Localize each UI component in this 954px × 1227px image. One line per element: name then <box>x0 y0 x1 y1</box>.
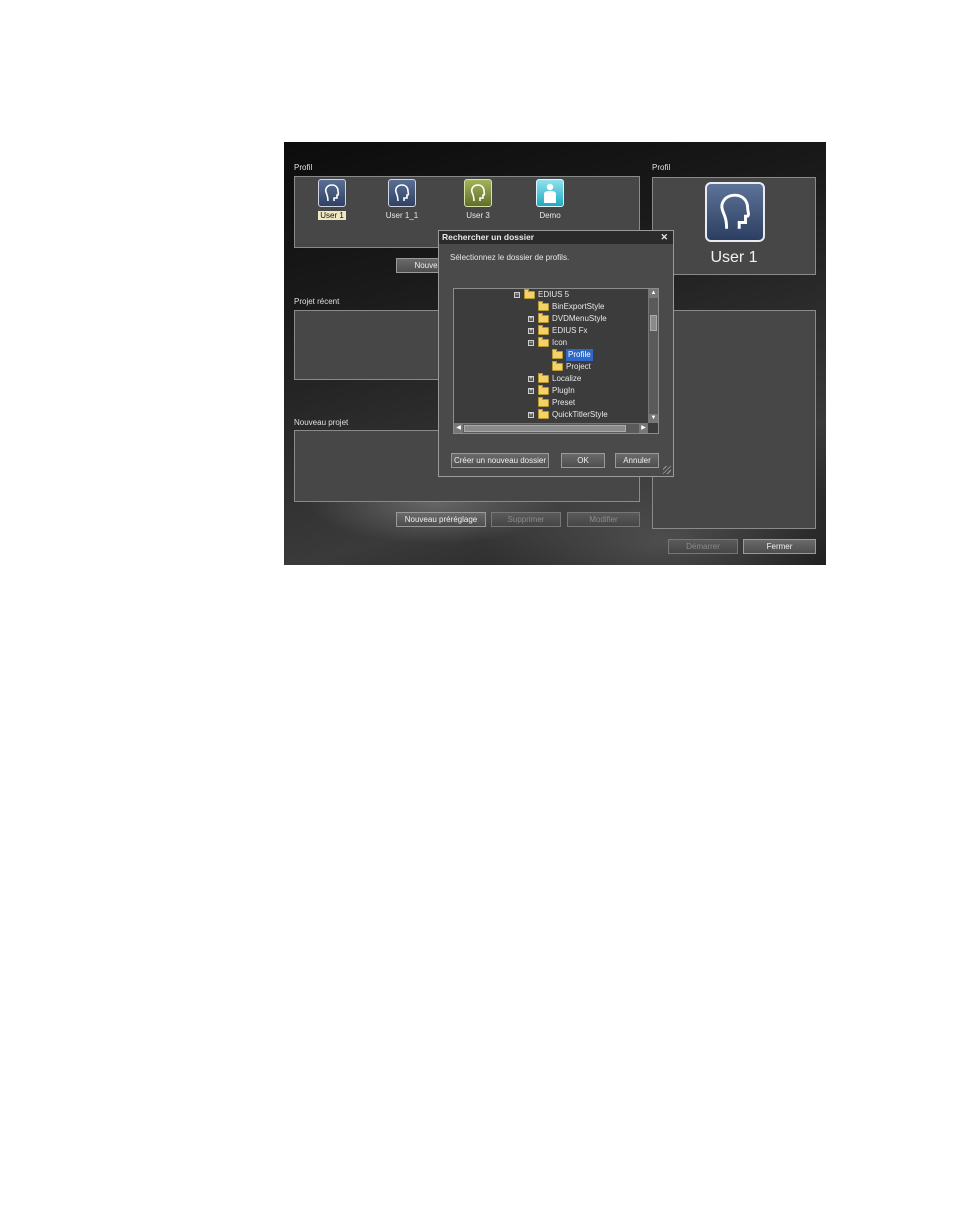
tree-item[interactable]: + DVDMenuStyle <box>528 313 607 325</box>
close-icon[interactable]: ✕ <box>660 231 668 244</box>
folder-icon <box>538 301 549 311</box>
expand-icon[interactable]: + <box>528 376 534 382</box>
delete-button[interactable]: Supprimer <box>491 512 561 527</box>
tree-item-label: Icon <box>552 338 568 347</box>
profile-label: User 1 <box>318 211 346 220</box>
folder-tree[interactable]: − EDIUS 5 BinExportStyle + DVDMenuStyle … <box>453 288 659 434</box>
folder-icon <box>538 337 549 347</box>
profile-section-label: Profil <box>294 163 313 172</box>
tree-item-label: EDIUS Fx <box>552 326 588 335</box>
modify-button[interactable]: Modifier <box>567 512 640 527</box>
recent-projects-label: Projet récent <box>294 297 340 306</box>
tree-item-label: QuickTitlerStyle <box>552 410 608 419</box>
collapse-icon[interactable]: − <box>528 340 534 346</box>
dialog-instruction: Sélectionnez le dossier de profils. <box>450 253 570 262</box>
horizontal-scrollbar[interactable]: ◀ ▶ <box>454 423 648 433</box>
scroll-thumb[interactable] <box>464 425 626 432</box>
expand-icon[interactable]: + <box>528 316 534 322</box>
close-button[interactable]: Fermer <box>743 539 816 554</box>
folder-icon <box>538 397 549 407</box>
tree-item[interactable]: BinExportStyle <box>538 301 604 313</box>
user-head-icon <box>318 179 346 207</box>
profile-details-panel <box>652 310 816 529</box>
ok-button[interactable]: OK <box>561 453 605 468</box>
expand-icon[interactable]: + <box>528 388 534 394</box>
profile-label: Demo <box>539 211 561 220</box>
tree-item-label: Profile <box>566 349 593 361</box>
new-folder-button[interactable]: Créer un nouveau dossier <box>451 453 549 468</box>
scroll-thumb[interactable] <box>650 315 657 331</box>
profile-user-1[interactable]: User 1 <box>307 179 357 220</box>
start-button[interactable]: Démarrer <box>668 539 738 554</box>
tree-item-label: DVDMenuStyle <box>552 314 607 323</box>
profile-demo[interactable]: Demo <box>525 179 575 220</box>
tree-item[interactable]: − EDIUS 5 <box>514 289 569 301</box>
tree-item-label: BinExportStyle <box>552 302 605 311</box>
folder-icon <box>538 373 549 383</box>
vertical-scrollbar[interactable]: ▲ ▼ <box>648 289 658 423</box>
scroll-left-icon[interactable]: ◀ <box>454 424 463 433</box>
tree-item[interactable]: − Icon <box>528 337 567 349</box>
user-head-icon <box>464 179 492 207</box>
open-folder-icon <box>552 349 563 359</box>
tree-item[interactable]: + QuickTitlerStyle <box>528 409 608 421</box>
dialog-title: Rechercher un dossier <box>442 232 535 242</box>
folder-icon <box>538 325 549 335</box>
tree-item[interactable]: Project <box>552 361 591 373</box>
tree-item-label: Project <box>566 362 591 371</box>
new-project-label: Nouveau projet <box>294 418 349 427</box>
tree-item-label: EDIUS 5 <box>538 290 570 299</box>
scroll-up-icon[interactable]: ▲ <box>649 289 658 298</box>
tree-item-label: Localize <box>552 374 582 383</box>
profile-user-1-1[interactable]: User 1_1 <box>377 179 427 220</box>
profile-label: User 1_1 <box>385 211 419 220</box>
user-head-icon <box>705 182 765 242</box>
folder-icon <box>524 289 535 299</box>
tree-item[interactable]: + PlugIn <box>528 385 575 397</box>
folder-icon <box>552 361 563 371</box>
tree-item[interactable]: + Localize <box>528 373 581 385</box>
expand-icon[interactable]: + <box>528 328 534 334</box>
browse-folder-dialog: Rechercher un dossier ✕ Sélectionnez le … <box>438 230 674 477</box>
profile-preview-panel: User 1 <box>652 177 816 275</box>
folder-icon <box>538 409 549 419</box>
scroll-right-icon[interactable]: ▶ <box>639 424 648 433</box>
dialog-title-bar[interactable]: Rechercher un dossier ✕ <box>439 231 673 244</box>
collapse-icon[interactable]: − <box>514 292 520 298</box>
tree-item-selected[interactable]: Profile <box>552 349 593 361</box>
person-icon <box>536 179 564 207</box>
tree-item-label: PlugIn <box>552 386 575 395</box>
resize-grip-icon[interactable] <box>663 466 671 474</box>
folder-icon <box>538 385 549 395</box>
scroll-down-icon[interactable]: ▼ <box>649 414 658 423</box>
profile-user-3[interactable]: User 3 <box>453 179 503 220</box>
tree-item-label: Preset <box>552 398 576 407</box>
selected-profile-name: User 1 <box>710 249 758 266</box>
profile-preview-label: Profil <box>652 163 671 172</box>
cancel-button[interactable]: Annuler <box>615 453 659 468</box>
new-preset-button[interactable]: Nouveau préréglage <box>396 512 486 527</box>
folder-icon <box>538 313 549 323</box>
profile-label: User 3 <box>466 211 490 220</box>
user-head-icon <box>388 179 416 207</box>
expand-icon[interactable]: + <box>528 412 534 418</box>
tree-item[interactable]: Preset <box>538 397 575 409</box>
tree-item[interactable]: + EDIUS Fx <box>528 325 588 337</box>
